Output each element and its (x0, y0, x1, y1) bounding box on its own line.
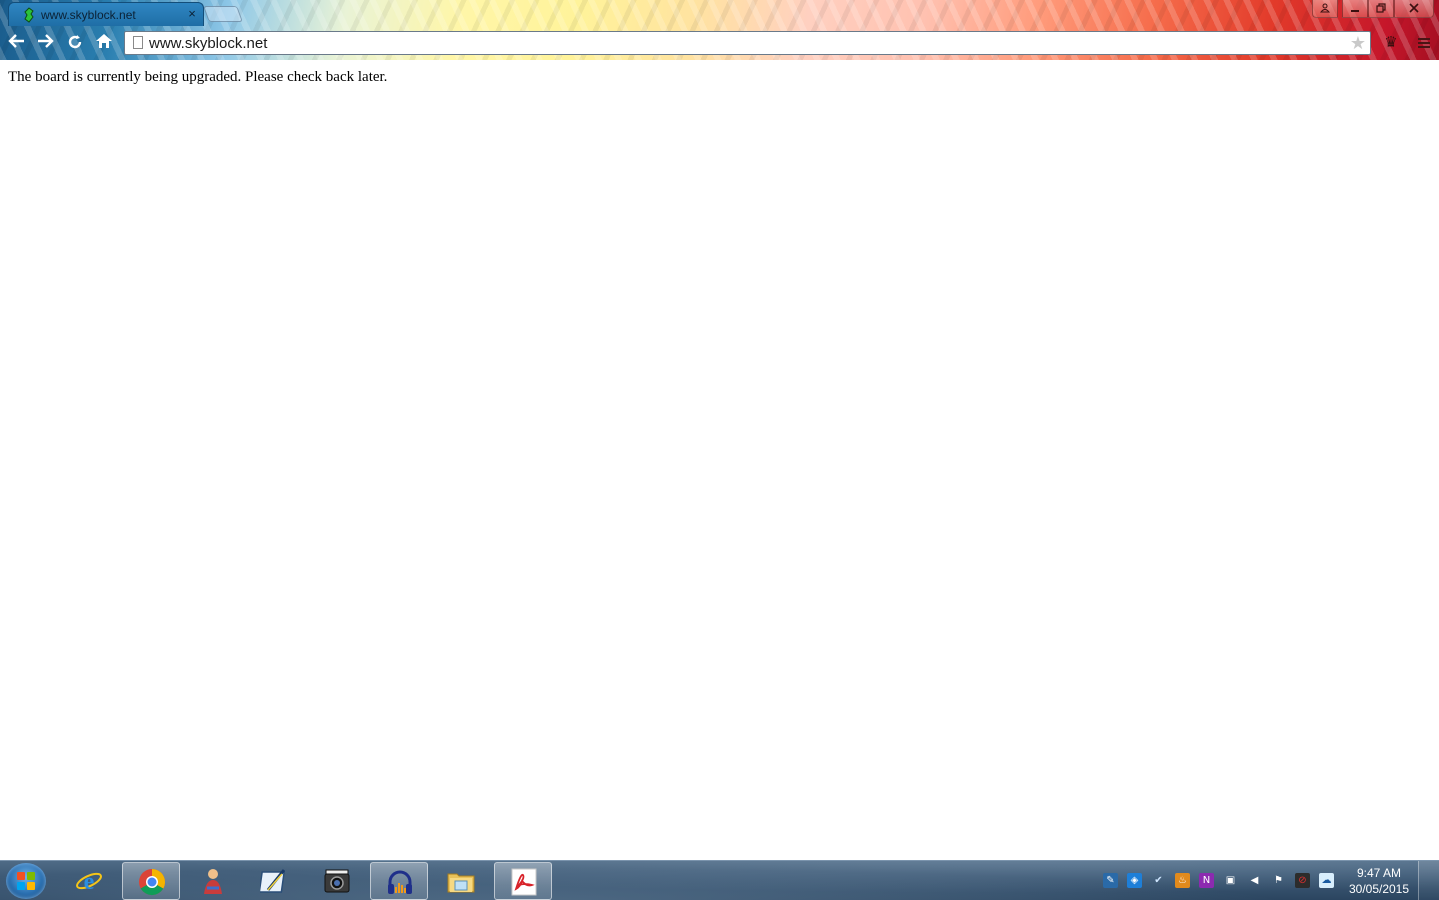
tray-check-icon[interactable]: ✔ (1151, 873, 1166, 888)
arrow-right-icon (38, 34, 54, 48)
reload-icon (68, 35, 82, 49)
taskbar-people-app[interactable] (184, 862, 242, 900)
skyblock-favicon-icon (24, 7, 34, 23)
taskbar-video-editor[interactable] (308, 862, 366, 900)
extension-crown-icon[interactable]: ♛ (1381, 33, 1401, 53)
user-icon (1319, 3, 1331, 13)
taskbar: e ✎ ◈ ✔ ♨ N ▣ ◀ ⚑ ⊘ ☁ (0, 860, 1439, 900)
show-desktop-button[interactable] (1418, 861, 1439, 900)
people-app-icon (204, 869, 222, 894)
close-window-button[interactable] (1394, 0, 1434, 18)
taskbar-audio-app[interactable] (370, 862, 428, 900)
tab-skyblock[interactable]: www.skyblock.net × (8, 2, 204, 26)
taskbar-clock[interactable]: 9:47 AM 30/05/2015 (1344, 865, 1414, 897)
internet-explorer-icon: e (76, 869, 102, 895)
restore-icon (1376, 3, 1386, 13)
new-tab-button[interactable] (203, 6, 243, 22)
minimize-icon (1351, 10, 1359, 12)
browser-frame: www.skyblock.net × www.skyblock.net ★ ♛ (0, 0, 1439, 60)
bookmark-star-icon[interactable]: ★ (1350, 33, 1366, 53)
file-explorer-icon (447, 873, 475, 893)
windows-logo-icon (17, 882, 25, 890)
reload-button[interactable] (64, 33, 86, 53)
forward-button[interactable] (34, 33, 56, 53)
start-button[interactable] (6, 863, 46, 899)
video-camera-icon (324, 869, 350, 893)
tray-onenote-icon[interactable]: N (1199, 873, 1214, 888)
tray-pen-icon[interactable]: ✎ (1103, 873, 1118, 888)
page-icon (133, 36, 143, 49)
svg-text:e: e (84, 869, 95, 895)
pen-editor-icon (260, 869, 286, 893)
tray-antivirus-icon[interactable]: ⊘ (1295, 873, 1310, 888)
taskbar-pdf-reader[interactable] (494, 862, 552, 900)
menu-icon[interactable] (1414, 33, 1434, 53)
windows-logo-icon (27, 872, 35, 880)
windows-logo-icon (17, 872, 25, 880)
tray-volume-icon[interactable]: ◀ (1247, 873, 1262, 888)
clock-date: 30/05/2015 (1348, 882, 1410, 896)
taskbar-file-explorer[interactable] (432, 862, 490, 900)
clock-time: 9:47 AM (1356, 866, 1402, 880)
windows-logo-icon (27, 882, 35, 890)
taskbar-pen-editor[interactable] (246, 862, 304, 900)
tab-title: www.skyblock.net (41, 8, 136, 22)
minimize-button[interactable] (1342, 0, 1368, 18)
home-icon (96, 34, 112, 48)
taskbar-chrome[interactable] (122, 862, 180, 900)
tray-shield-icon[interactable]: ◈ (1127, 873, 1142, 888)
back-button[interactable] (6, 33, 28, 53)
arrow-left-icon (8, 34, 24, 48)
pdf-reader-icon (511, 868, 537, 896)
audio-headphones-icon (388, 870, 412, 894)
restore-button[interactable] (1368, 0, 1394, 18)
tray-flag-icon[interactable]: ⚑ (1271, 873, 1286, 888)
home-button[interactable] (93, 33, 115, 53)
tray-network-icon[interactable]: ▣ (1223, 873, 1238, 888)
taskbar-internet-explorer[interactable]: e (60, 862, 118, 900)
maintenance-message: The board is currently being upgraded. P… (8, 69, 388, 85)
tray-java-icon[interactable]: ♨ (1175, 873, 1190, 888)
url-text[interactable]: www.skyblock.net (149, 35, 267, 52)
chrome-icon (139, 869, 166, 896)
address-bar[interactable]: www.skyblock.net ★ (124, 31, 1371, 55)
profile-button[interactable] (1312, 0, 1338, 18)
tab-close-icon[interactable]: × (185, 6, 199, 22)
close-icon (1409, 3, 1419, 13)
tray-cloud-icon[interactable]: ☁ (1319, 873, 1334, 888)
